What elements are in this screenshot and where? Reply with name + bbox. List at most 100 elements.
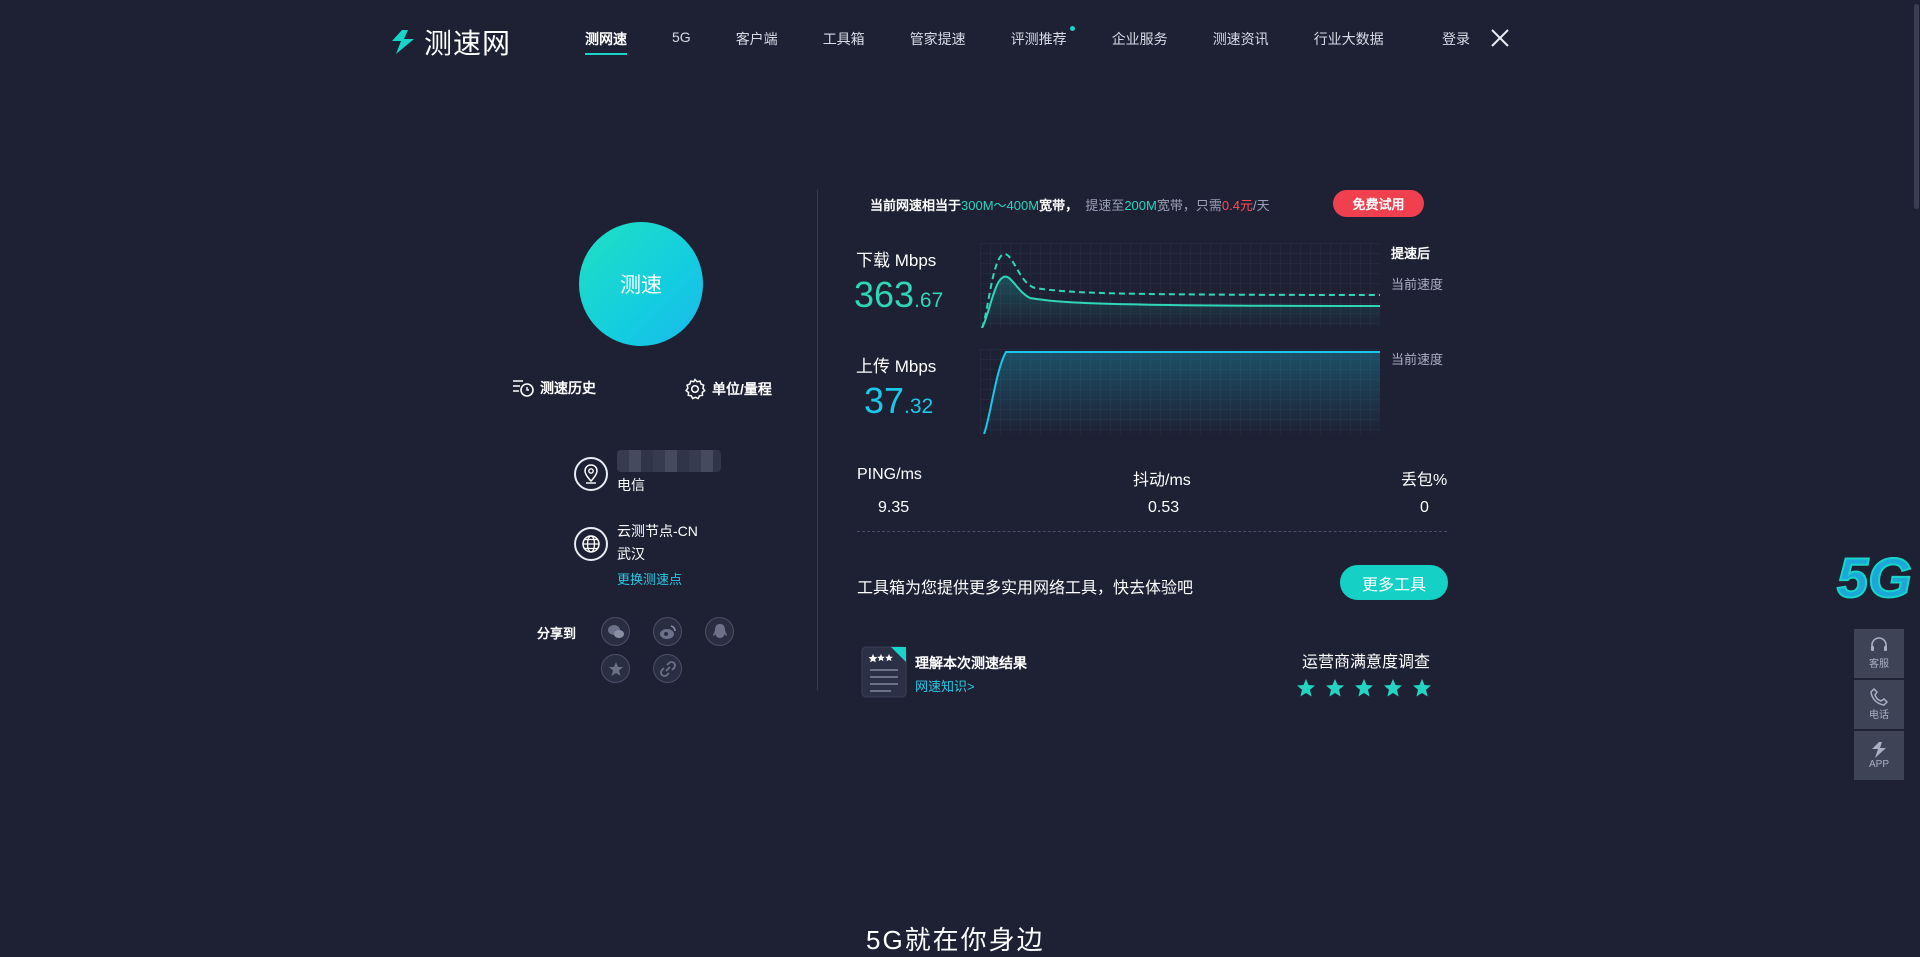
gear-icon: [685, 378, 706, 400]
result-title[interactable]: 理解本次测速结果: [915, 653, 1027, 673]
nav-item-boost[interactable]: 管家提速: [910, 29, 966, 49]
boosted-tag: 提速后: [1391, 246, 1431, 261]
qq-share-button[interactable]: [705, 617, 734, 646]
nav-item-news[interactable]: 测速资讯: [1213, 29, 1269, 49]
jitter-value: 0.53: [1148, 499, 1180, 516]
nav-item-reviews-label: 评测推荐: [1010, 31, 1067, 47]
result-report-icon[interactable]: [861, 646, 907, 698]
isp-name: 电信: [617, 477, 645, 493]
free-trial-button[interactable]: 免费试用: [1333, 190, 1424, 217]
promo-price: 0.4元: [1221, 198, 1253, 213]
download-speed-int: 363: [854, 274, 915, 315]
link-icon: [659, 660, 676, 677]
ip-address-masked: [617, 450, 721, 472]
upload-label: 上传 Mbps: [856, 357, 937, 376]
ping-label: PING/ms: [857, 466, 922, 483]
nav-item-speedtest[interactable]: 测网速: [585, 29, 627, 55]
app-logo-icon: [1872, 742, 1886, 758]
download-speed: 363.67: [854, 274, 943, 316]
headset-icon: [1871, 637, 1887, 651]
upload-area: [984, 352, 1380, 434]
5g-badge-text: 5G: [1837, 546, 1912, 607]
nav-item-bigdata[interactable]: 行业大数据: [1314, 29, 1384, 49]
rating-stars: [1296, 678, 1432, 698]
upload-current-tag: 当前速度: [1391, 352, 1444, 367]
toolbox-text: 工具箱为您提供更多实用网络工具，快去体验吧: [857, 580, 1194, 597]
upload-chart: [980, 349, 1380, 434]
5g-badge-graphic: 5G: [1836, 545, 1913, 610]
phone-label: 电话: [1869, 710, 1889, 721]
panel-divider: [817, 190, 818, 690]
ping-value: 9.35: [878, 499, 910, 516]
logo-text: 测速网: [424, 28, 512, 59]
promo-range: 300M～400M: [961, 198, 1040, 213]
nav-item-toolbox[interactable]: 工具箱: [823, 29, 865, 49]
survey-title: 运营商满意度调查: [1302, 654, 1431, 671]
promo-prefix: 当前网速相当于: [870, 198, 962, 213]
history-label: 测速历史: [540, 380, 596, 396]
nav-item-5g[interactable]: 5G: [672, 29, 691, 49]
start-speedtest-button[interactable]: 测速: [579, 222, 703, 346]
download-speed-dec: .67: [914, 289, 944, 312]
favorite-share-button[interactable]: [601, 654, 630, 683]
jitter-label: 抖动/ms: [1133, 472, 1191, 489]
nav-item-enterprise[interactable]: 企业服务: [1112, 29, 1168, 49]
star-2-icon[interactable]: [1325, 678, 1345, 698]
app-label: APP: [1868, 759, 1889, 770]
packet-loss-value: 0: [1420, 499, 1429, 516]
upload-speed-int: 37: [864, 380, 905, 421]
star-3-icon[interactable]: [1354, 678, 1374, 698]
copy-link-button[interactable]: [653, 654, 682, 683]
share-label: 分享到: [537, 626, 577, 641]
star-4-icon[interactable]: [1383, 678, 1403, 698]
units-button[interactable]: 单位/量程: [684, 378, 772, 400]
promo-upgrade-speed: 200M: [1124, 198, 1157, 213]
promo-upgrade-mid: 宽带，只需: [1156, 198, 1222, 213]
upgrade-promo: 当前网速相当于300M～400M宽带， 提速至200M宽带，只需0.4元/天: [870, 195, 1270, 214]
app-download-button[interactable]: APP: [1854, 731, 1904, 780]
download-current-tag: 当前速度: [1391, 277, 1444, 292]
promo-per: /天: [1252, 198, 1270, 213]
stats-divider: [857, 531, 1447, 532]
main-nav: 测网速 5G 客户端 工具箱 管家提速 评测推荐 企业服务 测速资讯 行业大数据: [585, 26, 1429, 55]
section-heading: 5G就在你身边: [866, 925, 1045, 955]
speed-knowledge-link[interactable]: 网速知识>: [915, 676, 975, 695]
weibo-icon: [659, 624, 676, 639]
nav-item-reviews[interactable]: 评测推荐: [1010, 26, 1075, 49]
nav-item-client[interactable]: 客户端: [736, 29, 778, 49]
site-logo[interactable]: 测速网: [388, 22, 511, 62]
scrollbar-thumb[interactable]: [1914, 4, 1919, 209]
new-dot-icon: [1069, 26, 1075, 31]
close-icon[interactable]: [1490, 28, 1510, 48]
globe-icon: [574, 527, 608, 561]
upload-speed: 37.32: [864, 380, 933, 422]
5g-badge[interactable]: 5G: [1835, 545, 1915, 612]
logo-icon: [392, 30, 414, 54]
promo-suffix: 宽带，: [1039, 198, 1079, 213]
phone-icon: [1870, 688, 1888, 706]
phone-button[interactable]: 电话: [1854, 680, 1904, 729]
login-link[interactable]: 登录: [1442, 29, 1470, 49]
weibo-share-button[interactable]: [653, 617, 682, 646]
star-5-icon[interactable]: [1412, 678, 1432, 698]
star-1-icon[interactable]: [1296, 678, 1316, 698]
packet-loss-label: 丢包%: [1401, 472, 1448, 489]
customer-service-label: 客服: [1869, 659, 1889, 670]
wechat-icon: [607, 624, 624, 638]
units-label: 单位/量程: [712, 381, 772, 397]
promo-upgrade-prefix: 提速至: [1085, 198, 1125, 213]
more-tools-button[interactable]: 更多工具: [1340, 565, 1448, 600]
upload-speed-dec: .32: [904, 395, 934, 418]
history-icon: [513, 380, 534, 397]
qq-icon: [712, 623, 727, 638]
download-label: 下载 Mbps: [856, 251, 937, 270]
location-icon: [574, 457, 608, 491]
change-node-link[interactable]: 更换测速点: [617, 569, 682, 588]
node-name: 云测节点-CN: [617, 523, 698, 539]
node-city: 武汉: [617, 546, 645, 562]
wechat-share-button[interactable]: [601, 617, 630, 646]
star-icon: [608, 661, 623, 676]
history-button[interactable]: 测速历史: [512, 378, 596, 398]
customer-service-button[interactable]: 客服: [1854, 629, 1904, 678]
download-chart: [980, 243, 1380, 328]
